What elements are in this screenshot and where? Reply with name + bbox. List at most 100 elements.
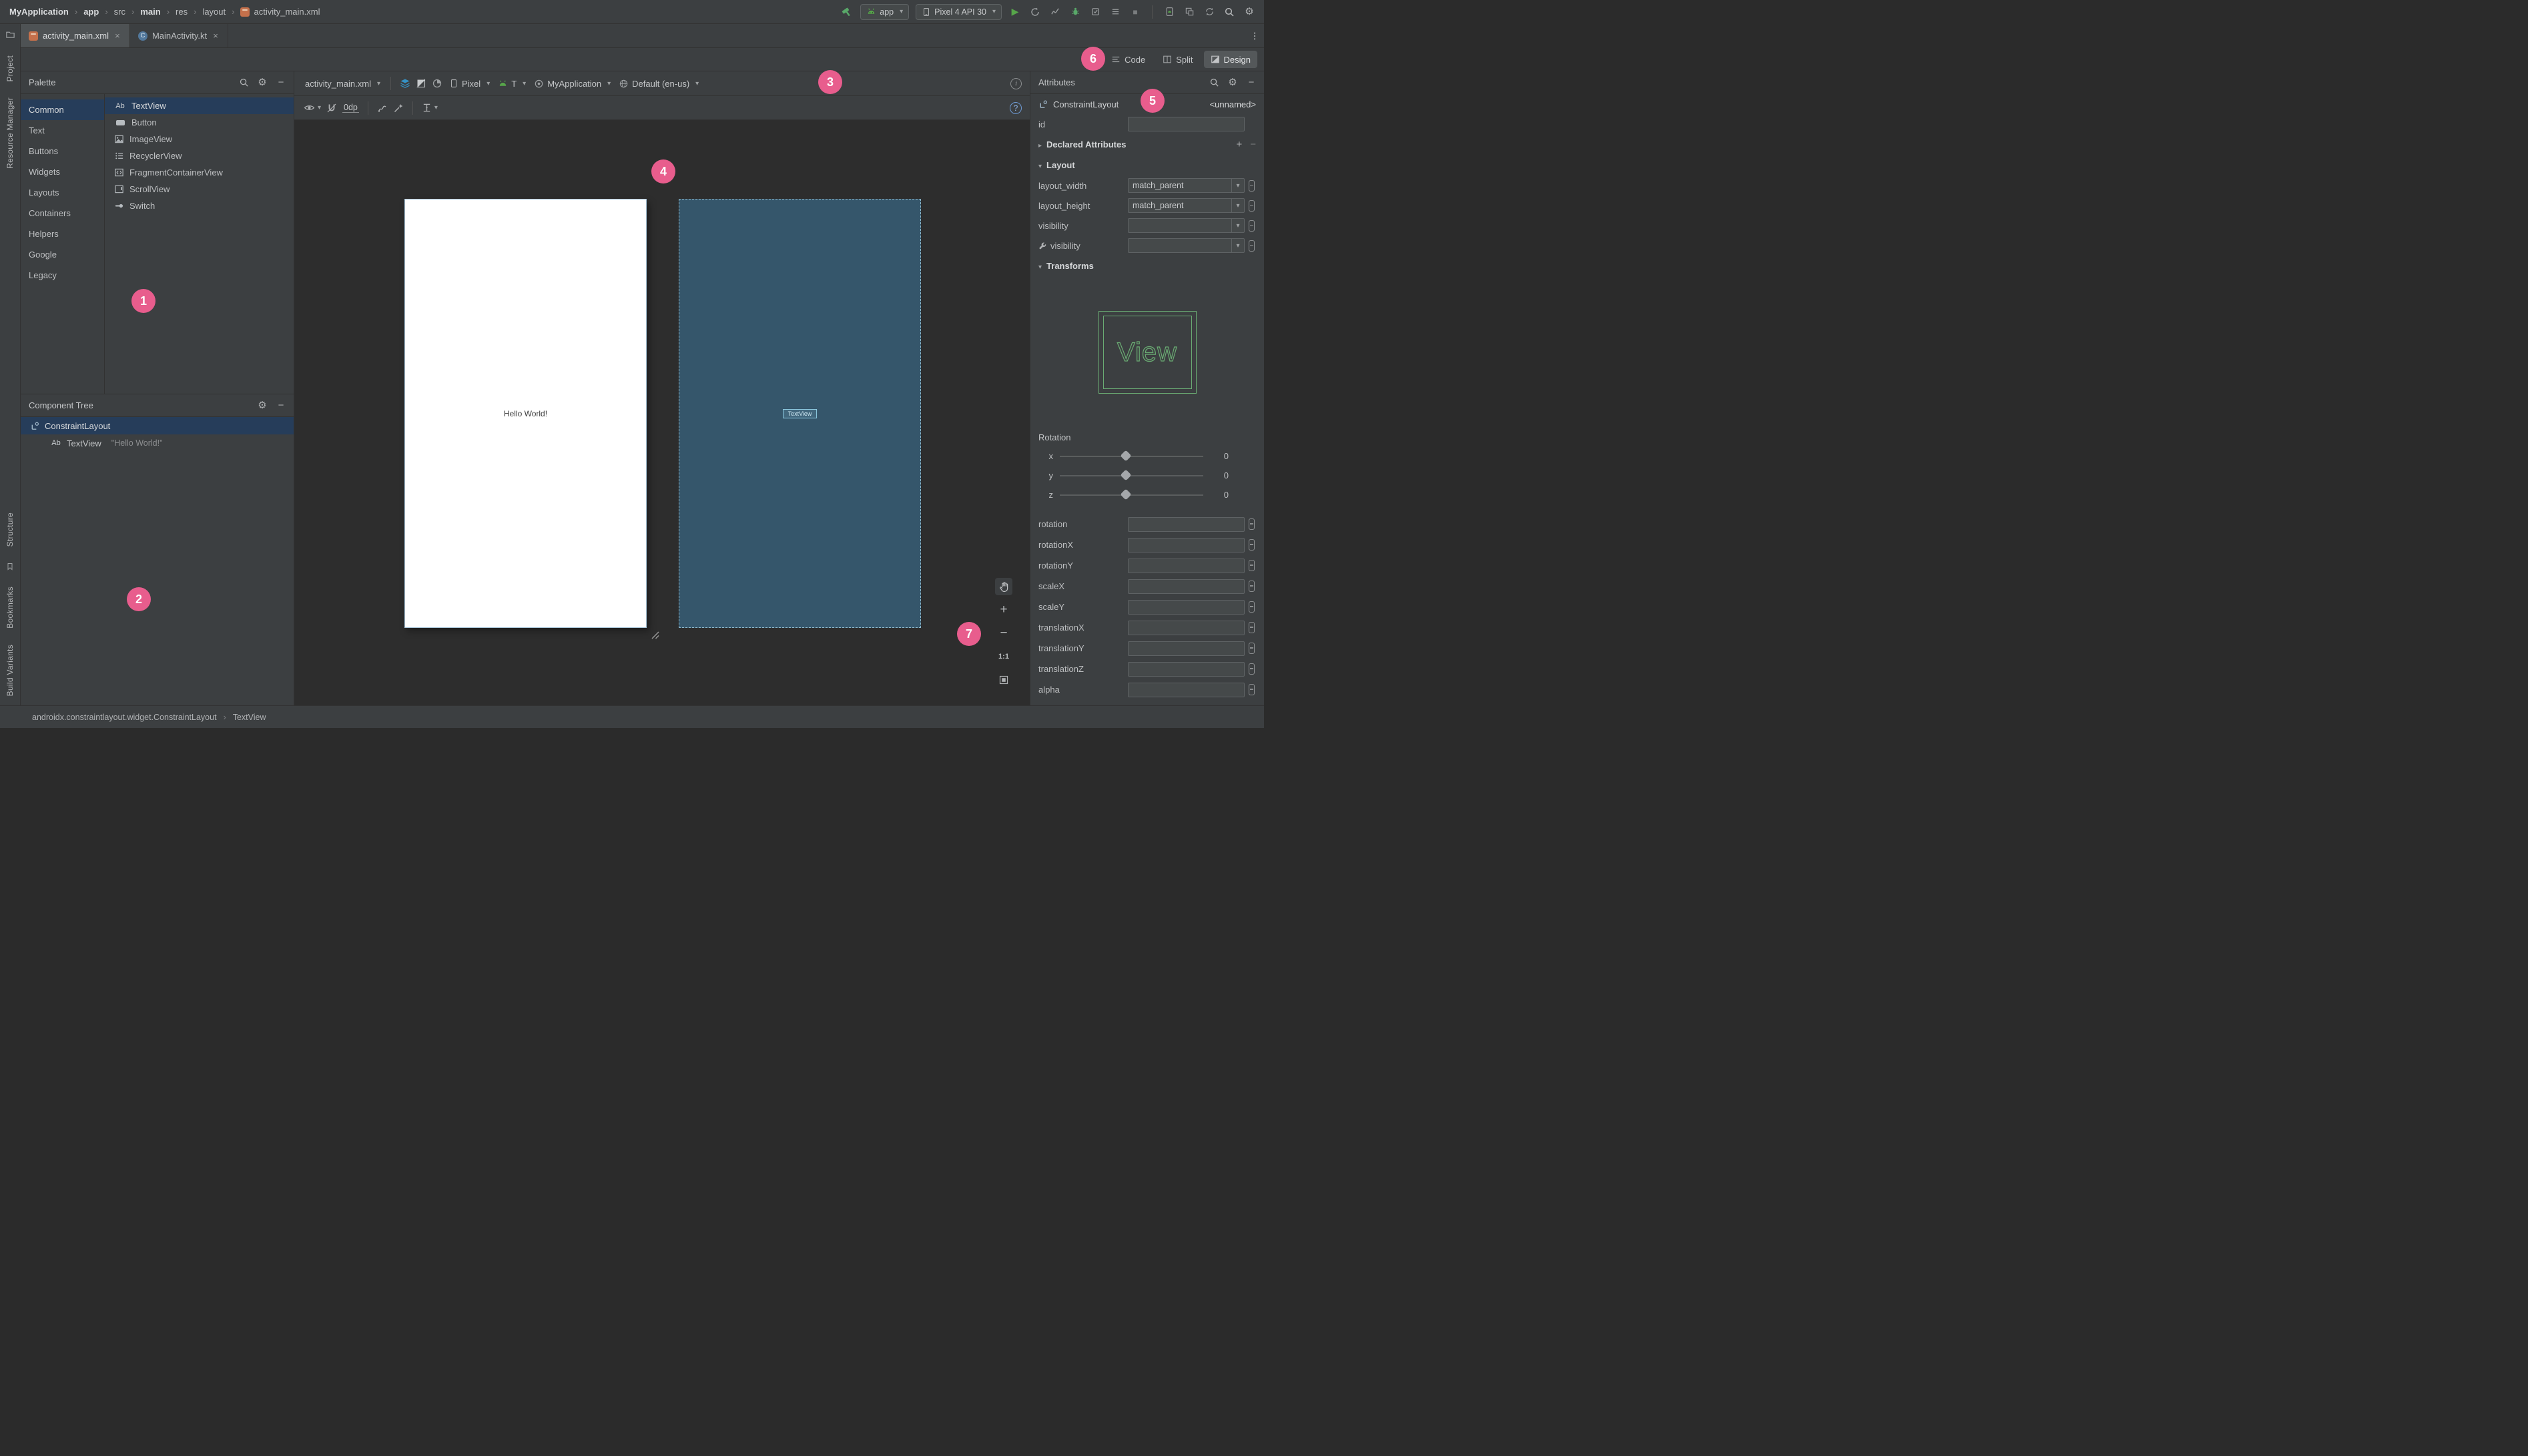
id-input[interactable] bbox=[1128, 117, 1245, 131]
breadcrumb-project[interactable]: MyApplication bbox=[9, 7, 69, 17]
translation-x-input[interactable] bbox=[1128, 620, 1245, 635]
scrubber-icon[interactable] bbox=[1249, 518, 1255, 530]
alpha-input[interactable] bbox=[1128, 682, 1245, 697]
breadcrumb-res[interactable]: res bbox=[161, 7, 188, 17]
palette-category-common[interactable]: Common bbox=[21, 99, 104, 120]
hide-panel-icon[interactable]: − bbox=[275, 400, 287, 412]
sidebar-tab-project[interactable]: Project bbox=[5, 55, 15, 81]
chevron-down-icon[interactable] bbox=[1231, 239, 1244, 252]
scrubber-icon[interactable] bbox=[1249, 622, 1255, 633]
add-attribute-icon[interactable]: + bbox=[1236, 139, 1242, 150]
palette-item-button[interactable]: Button bbox=[105, 114, 294, 131]
device-resize-handle[interactable] bbox=[650, 630, 659, 639]
run-button[interactable]: ▶ bbox=[1008, 5, 1022, 19]
breadcrumb-layout[interactable]: layout bbox=[188, 7, 226, 17]
pack-align-icon[interactable] bbox=[422, 103, 438, 113]
scrubber-icon[interactable] bbox=[1249, 240, 1255, 252]
palette-item-scrollview[interactable]: ScrollView bbox=[105, 181, 294, 198]
breadcrumb-file[interactable]: activity_main.xml bbox=[226, 7, 320, 17]
scrubber-icon[interactable] bbox=[1249, 601, 1255, 613]
slider-thumb[interactable] bbox=[1120, 488, 1132, 500]
palette-category-text[interactable]: Text bbox=[21, 120, 104, 141]
infer-constraints-icon[interactable] bbox=[393, 103, 404, 113]
tree-item-constraintlayout[interactable]: ConstraintLayout bbox=[21, 417, 294, 434]
layout-height-select[interactable]: match_parent bbox=[1128, 198, 1245, 213]
palette-category-widgets[interactable]: Widgets bbox=[21, 161, 104, 182]
scrubber-icon[interactable] bbox=[1249, 684, 1255, 695]
translation-y-input[interactable] bbox=[1128, 641, 1245, 656]
sidebar-tab-build-variants[interactable]: Build Variants bbox=[5, 645, 15, 696]
palette-category-buttons[interactable]: Buttons bbox=[21, 141, 104, 161]
breadcrumb-src[interactable]: src bbox=[99, 7, 125, 17]
layout-inspector-icon[interactable] bbox=[1183, 5, 1196, 19]
breadcrumb-app[interactable]: app bbox=[69, 7, 99, 17]
scale-x-input[interactable] bbox=[1128, 579, 1245, 594]
palette-item-recyclerview[interactable]: RecyclerView bbox=[105, 147, 294, 164]
sidebar-tab-resource-manager[interactable]: Resource Manager bbox=[5, 97, 15, 169]
scrubber-icon[interactable] bbox=[1249, 200, 1255, 212]
sidebar-tab-structure[interactable]: Structure bbox=[5, 512, 15, 547]
status-breadcrumb-class[interactable]: androidx.constraintlayout.widget.Constra… bbox=[32, 713, 217, 722]
status-breadcrumb-selected[interactable]: TextView bbox=[217, 713, 266, 722]
apply-changes-icon[interactable] bbox=[1028, 5, 1042, 19]
device-select[interactable]: Pixel 4 API 30 bbox=[916, 3, 1002, 20]
blueprint-textview-widget[interactable]: TextView bbox=[782, 408, 818, 418]
breadcrumb-main[interactable]: main bbox=[125, 7, 160, 17]
device-manager-icon[interactable] bbox=[1163, 5, 1176, 19]
sidebar-tab-bookmarks[interactable]: Bookmarks bbox=[5, 587, 15, 629]
attach-debugger-icon[interactable] bbox=[1109, 5, 1122, 19]
mode-design-button[interactable]: Design bbox=[1203, 51, 1257, 68]
slider-thumb[interactable] bbox=[1120, 469, 1132, 480]
zoom-reset-button[interactable]: 1:1 bbox=[995, 648, 1012, 665]
pan-button[interactable] bbox=[995, 578, 1012, 595]
palette-category-google[interactable]: Google bbox=[21, 244, 104, 265]
editor-options-icon[interactable] bbox=[1245, 24, 1264, 47]
file-variant-select[interactable]: activity_main.xml bbox=[304, 79, 382, 89]
design-canvas[interactable]: Hello World! TextView + − 1:1 bbox=[294, 120, 1030, 705]
chevron-down-icon[interactable] bbox=[1231, 199, 1244, 212]
search-everywhere-icon[interactable] bbox=[1223, 5, 1236, 19]
view-options-icon[interactable] bbox=[304, 102, 321, 113]
palette-category-containers[interactable]: Containers bbox=[21, 203, 104, 224]
blueprint-view-surface[interactable]: TextView bbox=[679, 199, 921, 628]
blueprint-mode-icon[interactable] bbox=[416, 78, 426, 89]
gear-icon[interactable]: ⚙ bbox=[256, 77, 268, 89]
close-icon[interactable] bbox=[212, 32, 220, 40]
search-icon[interactable] bbox=[238, 77, 250, 89]
scale-y-input[interactable] bbox=[1128, 599, 1245, 615]
hello-world-textview[interactable]: Hello World! bbox=[405, 409, 646, 418]
close-icon[interactable] bbox=[113, 32, 121, 40]
hide-panel-icon[interactable]: − bbox=[275, 77, 287, 89]
zoom-fit-button[interactable] bbox=[995, 671, 1012, 689]
design-surface-icon[interactable] bbox=[400, 78, 410, 89]
autoconnect-icon[interactable] bbox=[326, 103, 337, 113]
rotation-input[interactable] bbox=[1128, 516, 1245, 532]
zoom-out-button[interactable]: − bbox=[995, 625, 1012, 642]
tools-visibility-select[interactable] bbox=[1128, 238, 1245, 253]
theme-menu[interactable]: MyApplication bbox=[533, 79, 612, 89]
scrubber-icon[interactable] bbox=[1249, 179, 1255, 192]
gear-icon[interactable]: ⚙ bbox=[256, 400, 268, 412]
translation-z-input[interactable] bbox=[1128, 661, 1245, 677]
palette-item-switch[interactable]: Switch bbox=[105, 198, 294, 214]
tab-mainactivity-kt[interactable]: C MainActivity.kt bbox=[130, 24, 229, 47]
help-icon[interactable]: ? bbox=[1010, 101, 1022, 114]
scrubber-icon[interactable] bbox=[1249, 560, 1255, 571]
issue-indicator-icon[interactable]: i bbox=[1010, 77, 1022, 89]
tab-activity-main-xml[interactable]: activity_main.xml bbox=[21, 24, 130, 47]
remove-attribute-icon[interactable]: − bbox=[1250, 139, 1256, 150]
debug-icon[interactable] bbox=[1068, 5, 1082, 19]
build-hammer-icon[interactable] bbox=[840, 5, 854, 19]
sync-project-icon[interactable] bbox=[1203, 5, 1216, 19]
scrubber-icon[interactable] bbox=[1249, 220, 1255, 232]
zoom-in-button[interactable]: + bbox=[995, 601, 1012, 619]
transforms-section[interactable]: Transforms bbox=[1030, 256, 1264, 276]
declared-attributes-section[interactable]: Declared Attributes + − bbox=[1030, 134, 1264, 155]
device-menu[interactable]: Pixel bbox=[448, 79, 491, 89]
palette-category-layouts[interactable]: Layouts bbox=[21, 182, 104, 203]
chevron-down-icon[interactable] bbox=[1231, 219, 1244, 232]
scrubber-icon[interactable] bbox=[1249, 581, 1255, 592]
scrubber-icon[interactable] bbox=[1249, 643, 1255, 654]
hide-panel-icon[interactable]: − bbox=[1245, 77, 1257, 89]
design-view-surface[interactable]: Hello World! bbox=[404, 199, 647, 628]
